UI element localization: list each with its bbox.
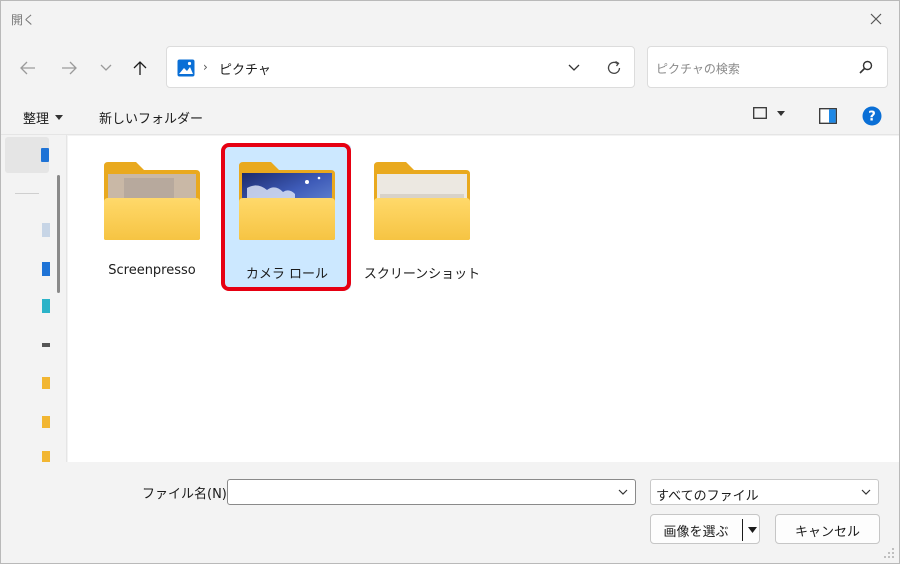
pictures-icon	[41, 148, 49, 162]
breadcrumb-separator: ›	[203, 60, 208, 74]
drive-icon[interactable]	[42, 343, 50, 347]
help-icon[interactable]: ?	[862, 106, 882, 126]
command-bar: 整理 新しいフォルダー ?	[1, 99, 899, 135]
title-bar: 開く	[1, 1, 899, 37]
arrow-left-icon	[20, 61, 35, 75]
caret-down-icon	[55, 115, 64, 120]
red-highlight-box	[221, 143, 351, 291]
refresh-icon	[607, 60, 621, 74]
folder-icon[interactable]	[42, 377, 50, 389]
view-icon	[753, 107, 767, 119]
folder-icon	[374, 162, 470, 240]
navigation-bar: › ピクチャ ピクチャの検索	[1, 37, 899, 99]
chevron-down-icon	[618, 489, 628, 495]
caret-down-icon	[747, 527, 757, 533]
open-button[interactable]: 画像を選ぶ	[650, 514, 760, 544]
svg-text:?: ?	[868, 110, 876, 125]
folder-icon[interactable]	[42, 451, 50, 462]
refresh-button[interactable]	[601, 57, 627, 79]
forward-button[interactable]	[54, 54, 84, 82]
address-bar[interactable]: › ピクチャ	[166, 46, 635, 88]
folder-name: Screenpresso	[108, 263, 196, 278]
close-icon	[870, 13, 882, 25]
video-icon[interactable]	[42, 299, 50, 313]
filetype-dropdown-button[interactable]	[858, 484, 874, 500]
preview-pane-icon[interactable]	[819, 108, 837, 124]
folder-icon[interactable]	[42, 416, 50, 428]
caret-down-icon	[777, 110, 785, 116]
recent-locations-button[interactable]	[91, 54, 121, 82]
search-box[interactable]: ピクチャの検索	[647, 46, 888, 88]
folder-item[interactable]: スクリーンショット	[358, 144, 486, 290]
filename-label: ファイル名(N):	[142, 487, 232, 502]
open-file-dialog: 開く › ピクチャ ピクチャの検索 整理 新しいフォルダー ? Screenpr…	[0, 0, 900, 564]
file-list[interactable]: Screenpresso カメラ ロール スクリーンショット	[68, 136, 899, 462]
cancel-button-label: キャンセル	[794, 525, 860, 540]
cancel-button[interactable]: キャンセル	[775, 514, 880, 544]
breadcrumb-location[interactable]: ピクチャ	[219, 59, 271, 78]
pictures-icon[interactable]	[42, 262, 50, 276]
chevron-down-icon	[861, 489, 871, 495]
folder-item[interactable]: Screenpresso	[88, 144, 216, 290]
nav-divider	[15, 193, 39, 194]
arrow-right-icon	[62, 61, 77, 75]
document-icon[interactable]	[42, 223, 50, 237]
up-button[interactable]	[125, 54, 155, 82]
filename-dropdown-button[interactable]	[615, 484, 631, 500]
dialog-footer: ファイル名(N): すべてのファイル 画像を選ぶ キャンセル	[1, 463, 899, 563]
address-dropdown-button[interactable]	[561, 57, 587, 79]
view-options-button[interactable]	[753, 107, 785, 119]
arrow-up-icon	[133, 61, 147, 75]
organize-menu-button[interactable]: 整理	[23, 108, 64, 127]
nav-item-selected[interactable]	[5, 137, 49, 173]
folder-name: スクリーンショット	[363, 267, 481, 282]
filetype-select[interactable]: すべてのファイル	[650, 479, 879, 505]
open-button-label: 画像を選ぶ	[663, 525, 729, 540]
filename-input[interactable]	[227, 479, 636, 505]
new-folder-button[interactable]: 新しいフォルダー	[99, 108, 203, 127]
navigation-pane[interactable]	[1, 135, 67, 462]
chevron-down-icon	[100, 64, 112, 71]
split-divider	[742, 519, 743, 541]
chevron-down-icon	[568, 64, 580, 71]
open-options-button[interactable]	[745, 522, 759, 538]
search-icon[interactable]	[859, 60, 873, 74]
resize-grip-icon[interactable]	[883, 547, 895, 559]
folder-icon	[104, 162, 200, 240]
search-placeholder: ピクチャの検索	[656, 62, 740, 76]
filetype-value: すべてのファイル	[656, 489, 759, 504]
dialog-title: 開く	[11, 13, 36, 27]
organize-label: 整理	[23, 112, 50, 127]
back-button[interactable]	[13, 54, 43, 82]
pictures-icon	[177, 59, 195, 77]
close-button[interactable]	[853, 1, 899, 37]
nav-scrollbar[interactable]	[57, 175, 60, 293]
